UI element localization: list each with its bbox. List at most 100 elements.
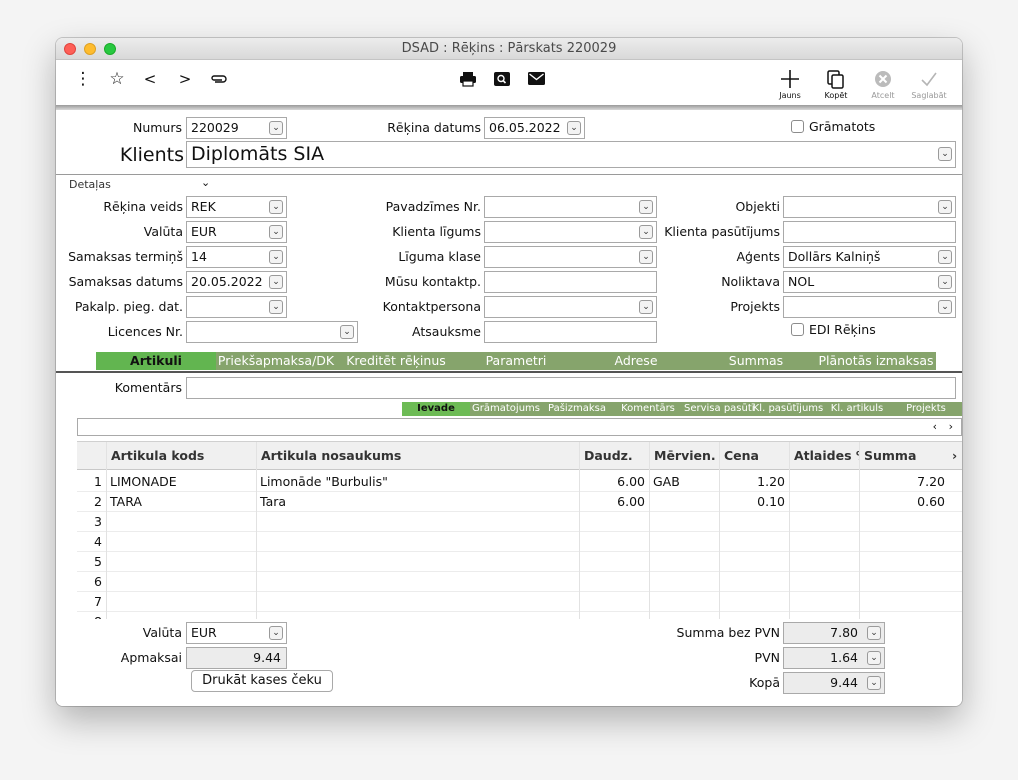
cell-mervien[interactable] (650, 492, 719, 512)
subtab-servisa-pasutijums[interactable]: Servisa pasūtī (684, 402, 755, 416)
summa-bez-pvn-field[interactable]: 7.80 ⌄ (783, 622, 885, 644)
favorite-star-icon[interactable]: ☆ (107, 68, 127, 90)
table-row[interactable]: 2 TARA Tara 6.00 0.10 0.60 (77, 492, 962, 512)
chevron-down-icon[interactable]: ⌄ (938, 200, 952, 214)
subtab-komentars[interactable]: Komentārs (612, 402, 684, 416)
cell-nosaukums[interactable] (257, 612, 579, 619)
tab-planotas-izmaksas[interactable]: Plānotās izmaksas (816, 352, 936, 370)
cell-nosaukums[interactable]: Tara (257, 492, 579, 512)
cell-atlaides[interactable] (790, 592, 859, 612)
tab-parametri[interactable]: Parametri (456, 352, 576, 370)
cell-nosaukums[interactable] (257, 572, 579, 592)
pvn-field[interactable]: 1.64 ⌄ (783, 647, 885, 669)
cell-kods[interactable]: LIMONADE (107, 472, 256, 492)
scroll-right-icon[interactable]: › (949, 419, 953, 435)
cancel-button[interactable]: Atcelt (863, 68, 903, 100)
table-row[interactable]: 8 (77, 612, 962, 619)
previous-record-icon[interactable]: < (140, 68, 160, 90)
musu-kontaktp-field[interactable] (484, 271, 657, 293)
chevron-down-icon[interactable]: ⌄ (201, 176, 210, 189)
detalas-toggle[interactable]: Detaļas (69, 178, 111, 191)
cell-kods[interactable] (107, 532, 256, 552)
cell-summa[interactable] (860, 552, 962, 572)
pakalp-pieg-dat-field[interactable]: ⌄ (186, 296, 287, 318)
minimize-window-button[interactable] (84, 43, 96, 55)
kopa-field[interactable]: 9.44 ⌄ (783, 672, 885, 694)
col-atlaides[interactable]: Atlaides % (790, 442, 860, 470)
cell-nosaukums[interactable]: Limonāde "Burbulis" (257, 472, 579, 492)
cell-mervien[interactable]: GAB (650, 472, 719, 492)
cell-cena[interactable] (720, 572, 789, 592)
projekts-field[interactable]: ⌄ (783, 296, 956, 318)
scroll-left-icon[interactable]: ‹ (933, 419, 937, 435)
cell-mervien[interactable] (650, 572, 719, 592)
col-cena[interactable]: Cena (720, 442, 790, 470)
new-button[interactable]: Jauns (770, 68, 810, 100)
col-summa[interactable]: Summa (860, 442, 950, 470)
table-row[interactable]: 3 (77, 512, 962, 532)
cell-nosaukums[interactable] (257, 552, 579, 572)
table-row[interactable]: 4 (77, 532, 962, 552)
close-window-button[interactable] (64, 43, 76, 55)
cell-daudz[interactable] (580, 612, 649, 619)
klienta-pasutijums-field[interactable] (783, 221, 956, 243)
copy-button[interactable]: Kopēt (816, 68, 856, 100)
cell-cena[interactable]: 1.20 (720, 472, 789, 492)
more-columns-icon[interactable]: › (950, 442, 962, 470)
cell-kods[interactable] (107, 592, 256, 612)
rekina-veids-field[interactable]: REK ⌄ (186, 196, 287, 218)
cell-nosaukums[interactable] (257, 532, 579, 552)
tab-kreditet-rekinus[interactable]: Kreditēt rēķinus (336, 352, 456, 370)
chevron-down-icon[interactable]: ⌄ (269, 626, 283, 640)
subtab-projekts[interactable]: Projekts (890, 402, 962, 416)
next-record-icon[interactable]: > (175, 68, 195, 90)
chevron-down-icon[interactable]: ⌄ (867, 626, 881, 640)
cell-kods[interactable] (107, 552, 256, 572)
subtab-kl-pasutijums[interactable]: Kl. pasūtījums (752, 402, 824, 416)
cell-cena[interactable] (720, 592, 789, 612)
table-row[interactable]: 5 (77, 552, 962, 572)
table-row[interactable]: 7 (77, 592, 962, 612)
valuta-field[interactable]: EUR ⌄ (186, 221, 287, 243)
gramatots-checkbox[interactable] (791, 120, 804, 133)
subtab-gramatojums[interactable]: Grāmatojums (470, 402, 542, 416)
cell-nosaukums[interactable] (257, 592, 579, 612)
chevron-down-icon[interactable]: ⌄ (938, 250, 952, 264)
cell-atlaides[interactable] (790, 552, 859, 572)
tab-summas[interactable]: Summas (696, 352, 816, 370)
noliktava-field[interactable]: NOL ⌄ (783, 271, 956, 293)
cell-summa[interactable] (860, 612, 962, 619)
email-icon[interactable] (526, 68, 546, 90)
liguma-klase-field[interactable]: ⌄ (484, 246, 657, 268)
col-artikula-nosaukums[interactable]: Artikula nosaukums (257, 442, 580, 470)
print-receipt-button[interactable]: Drukāt kases čeku (191, 670, 333, 692)
cell-daudz[interactable] (580, 512, 649, 532)
numurs-field[interactable]: 220029 ⌄ (186, 117, 287, 139)
cell-kods[interactable]: TARA (107, 492, 256, 512)
chevron-down-icon[interactable]: ⌄ (269, 250, 283, 264)
licences-nr-field[interactable]: ⌄ (186, 321, 358, 343)
tab-adrese[interactable]: Adrese (576, 352, 696, 370)
cell-summa[interactable] (860, 532, 962, 552)
cell-cena[interactable]: 0.10 (720, 492, 789, 512)
kontaktpersona-field[interactable]: ⌄ (484, 296, 657, 318)
klients-field[interactable]: Diplomāts SIA ⌄ (186, 141, 956, 168)
chevron-down-icon[interactable]: ⌄ (867, 651, 881, 665)
cell-cena[interactable] (720, 512, 789, 532)
cell-mervien[interactable] (650, 612, 719, 619)
chevron-down-icon[interactable]: ⌄ (639, 225, 653, 239)
print-icon[interactable] (458, 68, 478, 90)
cell-kods[interactable] (107, 512, 256, 532)
cell-mervien[interactable] (650, 552, 719, 572)
samaksas-termins-field[interactable]: 14 ⌄ (186, 246, 287, 268)
cell-daudz[interactable] (580, 532, 649, 552)
atsauksme-field[interactable] (484, 321, 657, 343)
attachment-icon[interactable] (208, 68, 230, 90)
cell-cena[interactable] (720, 532, 789, 552)
subtab-pasizmaksa[interactable]: Pašizmaksa (542, 402, 612, 416)
chevron-down-icon[interactable]: ⌄ (269, 275, 283, 289)
cell-nosaukums[interactable] (257, 512, 579, 532)
komentars-field[interactable] (186, 377, 956, 399)
edi-rekins-checkbox[interactable] (791, 323, 804, 336)
cell-atlaides[interactable] (790, 472, 859, 492)
